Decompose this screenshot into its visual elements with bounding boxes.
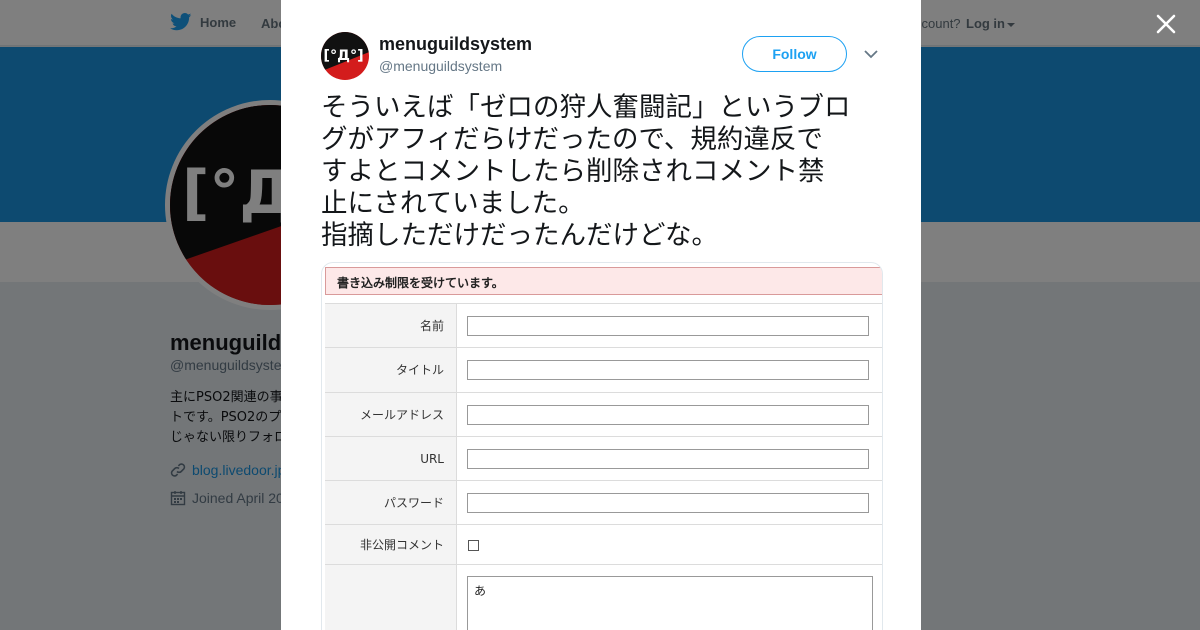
close-button[interactable]: [1152, 10, 1180, 38]
email-field: [467, 404, 869, 425]
form-label: パスワード: [325, 481, 457, 525]
comment-textarea: あ: [467, 576, 873, 630]
tweet-modal: [°Д°] menuguildsystem @menuguildsystem F…: [281, 0, 921, 630]
form-label: URL: [325, 436, 457, 481]
tweet-text: そういえば「ゼロの狩人奮闘記」というブロ グがアフィだらけだったので、規約違反で…: [321, 92, 887, 252]
form-row-password: パスワード: [325, 480, 882, 525]
tweet-author-avatar[interactable]: [°Д°]: [321, 32, 369, 80]
password-field: [467, 493, 869, 514]
tweet-text-line: 止にされていました。: [321, 188, 585, 219]
svg-text:[°Д°]: [°Д°]: [323, 48, 363, 64]
private-checkbox: [468, 540, 479, 552]
title-field: [467, 360, 869, 381]
tweet-text-line: すよとコメントしたら削除されコメント禁: [321, 156, 825, 187]
name-field: [467, 316, 869, 336]
comment-form: 名前 タイトル メールアドレス URL パスワード 非公開コメント あ: [325, 303, 882, 630]
tweet-author-name[interactable]: menuguildsystem: [379, 34, 532, 55]
form-row-title: タイトル: [325, 347, 882, 392]
more-options-button[interactable]: [863, 46, 883, 62]
restriction-warning: 書き込み制限を受けています。: [325, 267, 882, 295]
url-field: [467, 448, 869, 469]
form-row-private: 非公開コメント: [325, 524, 882, 565]
form-row-url: URL: [325, 435, 882, 481]
tweet-text-line: そういえば「ゼロの狩人奮闘記」というブロ: [321, 92, 851, 123]
form-row-email: メールアドレス: [325, 391, 882, 436]
follow-button[interactable]: Follow: [742, 36, 847, 72]
close-icon: [1156, 14, 1176, 34]
avatar-face-icon: [°Д°]: [321, 32, 369, 80]
form-label: メールアドレス: [325, 392, 457, 436]
form-label: タイトル: [325, 348, 457, 392]
tweet-media-image[interactable]: 書き込み制限を受けています。 名前 タイトル メールアドレス URL パスワード: [321, 262, 883, 630]
form-label: 非公開コメント: [325, 525, 457, 565]
tweet-text-line: 指摘しただけだったんだけどな。: [321, 220, 718, 251]
tweet-text-line: グがアフィだらけだったので、規約違反で: [321, 124, 823, 155]
form-row-comment: あ: [325, 564, 882, 630]
form-label: 名前: [325, 304, 457, 348]
form-row-name: 名前: [325, 303, 882, 348]
chevron-down-icon: [864, 50, 878, 59]
tweet-author-handle[interactable]: @menuguildsystem: [379, 58, 502, 74]
form-label: [325, 565, 457, 630]
